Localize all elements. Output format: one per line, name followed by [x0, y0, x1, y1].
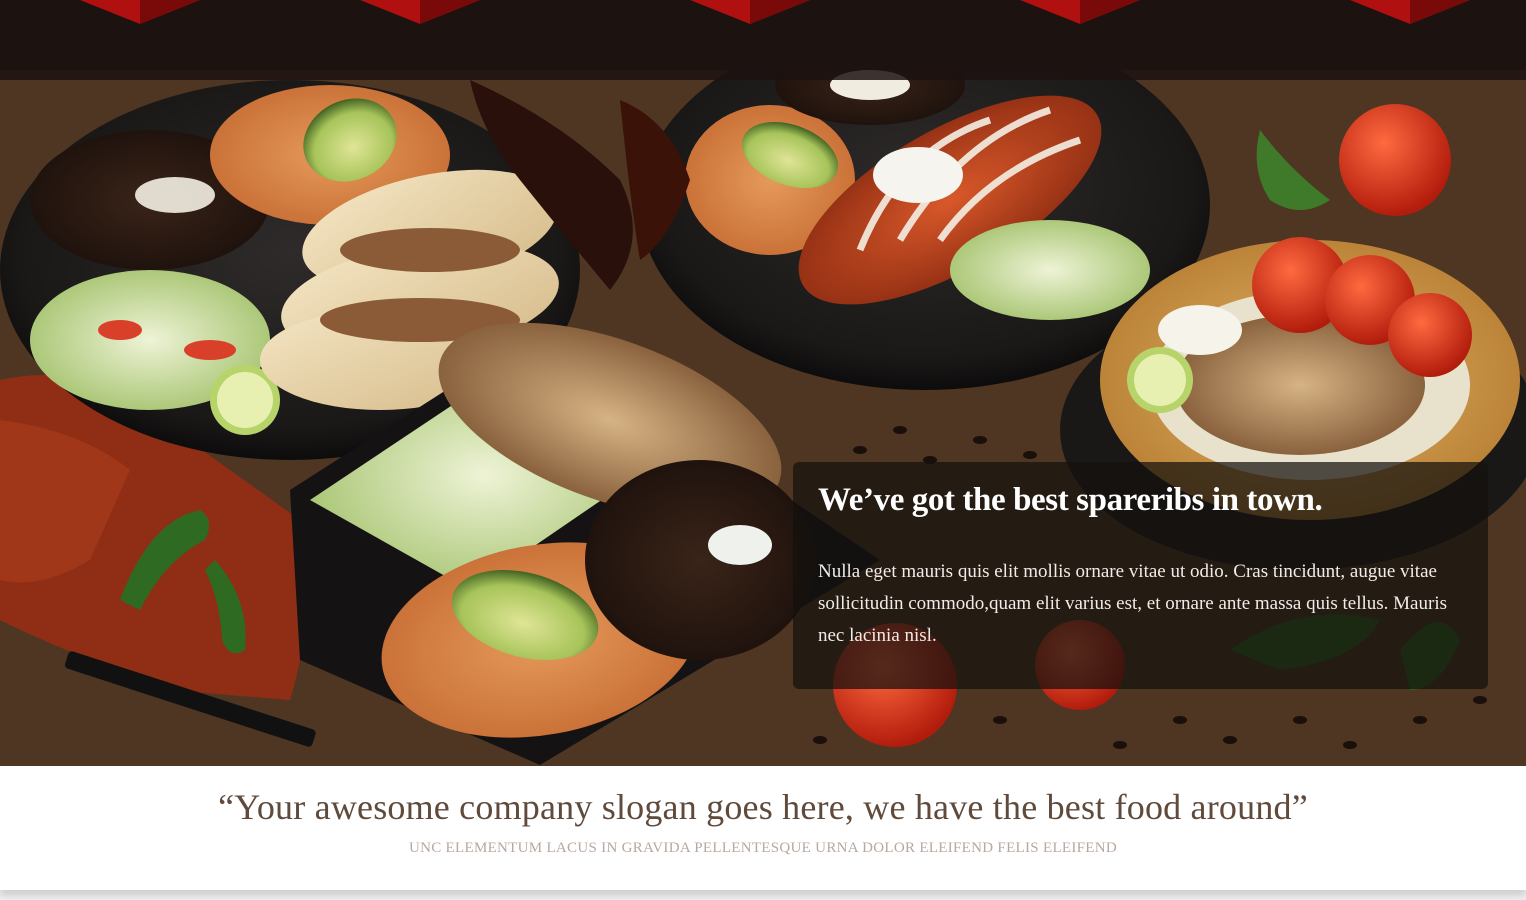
- hero-banner: We’ve got the best spareribs in town. Nu…: [0, 0, 1526, 766]
- caption-title: We’ve got the best spareribs in town.: [818, 482, 1323, 518]
- company-slogan: “Your awesome company slogan goes here, …: [218, 787, 1308, 827]
- caption-body: Nulla eget mauris quis elit mollis ornar…: [818, 561, 1447, 646]
- red-zigzag-border-icon: [80, 0, 1470, 24]
- slogan-section: “Your awesome company slogan goes here, …: [0, 766, 1526, 890]
- slogan-subline: UNC ELEMENTUM LACUS IN GRAVIDA PELLENTES…: [408, 840, 1118, 856]
- hero-caption: We’ve got the best spareribs in town. Nu…: [793, 462, 1488, 689]
- top-decorative-band: [0, 0, 1526, 70]
